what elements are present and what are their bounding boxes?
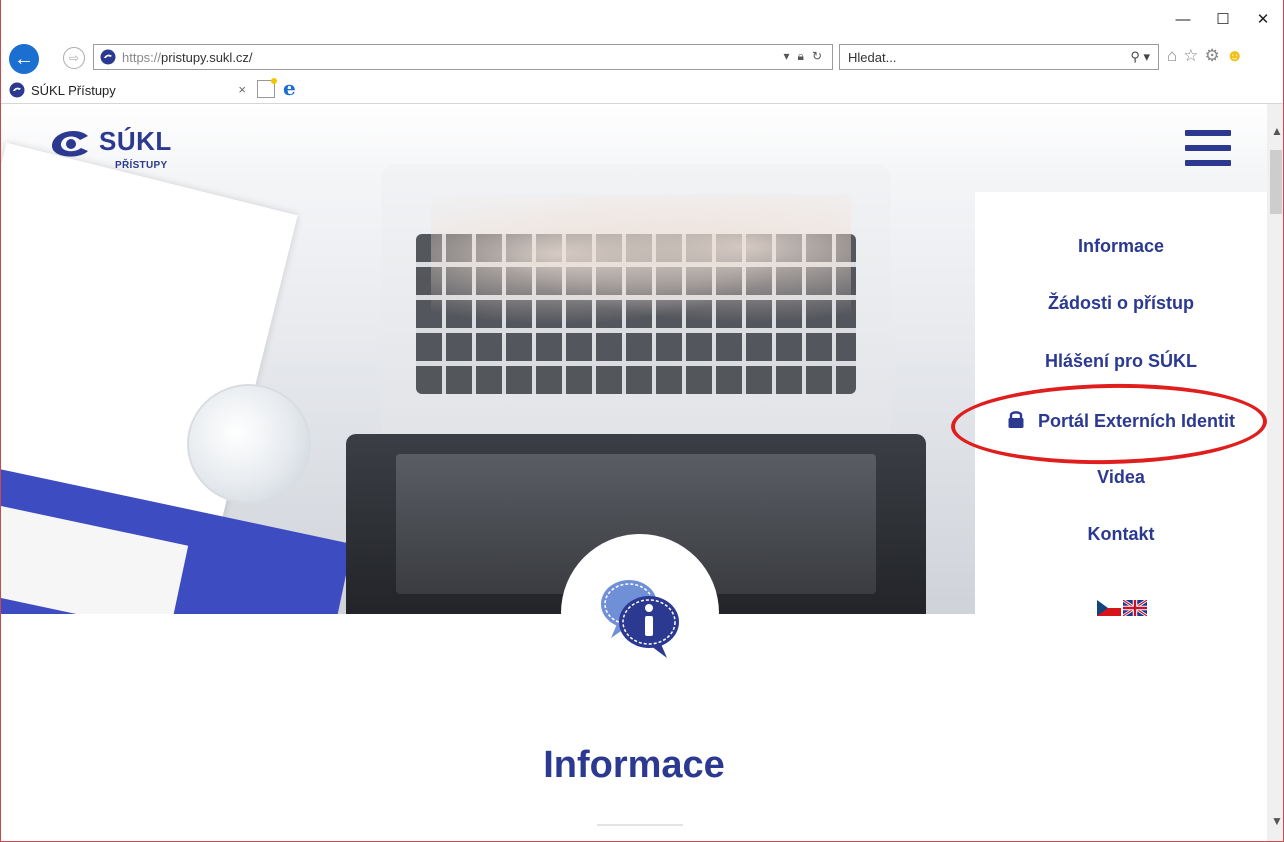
search-placeholder: Hledat... <box>848 49 897 65</box>
logo-text: SÚKL <box>99 126 172 156</box>
tab-sukl-pristupy[interactable]: SÚKL Přístupy × <box>9 78 254 102</box>
info-chat-bubbles-icon <box>601 580 679 658</box>
menu-item-hlaseni[interactable]: Hlášení pro SÚKL <box>975 351 1267 372</box>
hamburger-bar <box>1185 160 1231 166</box>
minimize-button[interactable]: — <box>1163 6 1203 32</box>
lock-icon[interactable]: 🔒︎ <box>798 49 804 64</box>
scroll-thumb[interactable] <box>1270 150 1282 214</box>
maximize-button[interactable]: ☐ <box>1203 6 1243 32</box>
scroll-down-icon[interactable]: ▼ <box>1271 814 1283 828</box>
dropdown-arrow-icon[interactable]: ▾ <box>784 49 790 64</box>
sukl-logo-icon <box>52 131 88 157</box>
tab-bar: SÚKL Přístupy × e <box>1 74 1283 104</box>
menu-item-label: Hlášení pro SÚKL <box>1044 351 1198 371</box>
arrow-right-icon: ⇨ <box>68 51 80 65</box>
hands-decoration <box>431 194 851 344</box>
site-logo[interactable]: SÚKL PŘÍSTUPY <box>49 124 209 174</box>
address-host: pristupy.sukl.cz/ <box>161 49 253 65</box>
hamburger-menu-button[interactable] <box>1185 130 1231 166</box>
tab-close-button[interactable]: × <box>238 82 246 97</box>
arrow-left-icon: ← <box>14 47 34 70</box>
menu-item-zadosti[interactable]: Žádosti o přístup <box>975 293 1267 314</box>
hamburger-bar <box>1185 145 1231 151</box>
browser-window: — ☐ ✕ ← ⇨ https:// pristupy.sukl.cz/ ▾ 🔒… <box>0 0 1284 842</box>
search-icon[interactable]: ⚲ ▾ <box>1130 49 1150 65</box>
window-controls: — ☐ ✕ <box>1163 6 1283 32</box>
star-icon[interactable]: ☆ <box>1183 46 1198 66</box>
back-button[interactable]: ← <box>9 44 39 74</box>
tab-title: SÚKL Přístupy <box>31 82 116 98</box>
home-icon[interactable]: ⌂ <box>1167 46 1177 66</box>
page-viewport: SÚKL PŘÍSTUPY Informace Žádosti o přístu… <box>1 104 1267 841</box>
menu-item-label: Informace <box>1077 236 1165 256</box>
menu-item-label: Kontakt <box>1087 524 1155 544</box>
page-scrollbar[interactable]: ▲ ▼ <box>1267 104 1283 841</box>
address-tools: ▾ 🔒︎ ↻ <box>784 49 822 64</box>
address-bar[interactable]: https:// pristupy.sukl.cz/ ▾ 🔒︎ ↻ <box>93 44 833 70</box>
menu-item-label: Videa <box>1097 467 1145 487</box>
logo-subtitle: PŘÍSTUPY <box>115 160 168 171</box>
browser-nav-bar: — ☐ ✕ ← ⇨ https:// pristupy.sukl.cz/ ▾ 🔒… <box>1 0 1283 74</box>
scroll-up-icon[interactable]: ▲ <box>1271 124 1283 138</box>
hamburger-bar <box>1185 130 1231 136</box>
search-input[interactable]: Hledat... ⚲ ▾ <box>839 44 1159 70</box>
smiley-feedback-icon[interactable]: ☻ <box>1226 46 1244 66</box>
uk-flag-icon[interactable] <box>1123 600 1147 616</box>
edge-icon[interactable]: e <box>283 77 305 99</box>
sukl-favicon-icon <box>9 82 25 98</box>
water-glass-decoration <box>187 384 311 504</box>
address-protocol: https:// <box>122 49 162 65</box>
close-button[interactable]: ✕ <box>1243 6 1283 32</box>
new-tab-button[interactable] <box>257 78 277 98</box>
language-switcher <box>1097 600 1147 616</box>
czech-flag-icon[interactable] <box>1097 600 1121 616</box>
gear-icon[interactable]: ⚙ <box>1205 46 1220 66</box>
menu-item-label: Žádosti o přístup <box>1048 293 1194 313</box>
menu-item-videa[interactable]: Videa <box>975 467 1267 488</box>
section-title: Informace <box>543 744 725 786</box>
title-divider <box>597 824 683 826</box>
menu-item-informace[interactable]: Informace <box>975 236 1267 257</box>
sukl-favicon-icon <box>100 49 116 65</box>
refresh-icon[interactable]: ↻ <box>812 49 822 64</box>
menu-item-kontakt[interactable]: Kontakt <box>975 524 1267 545</box>
browser-toolbar-icons: ⌂ ☆ ⚙ ☻ <box>1167 46 1244 66</box>
forward-button[interactable]: ⇨ <box>63 47 85 69</box>
